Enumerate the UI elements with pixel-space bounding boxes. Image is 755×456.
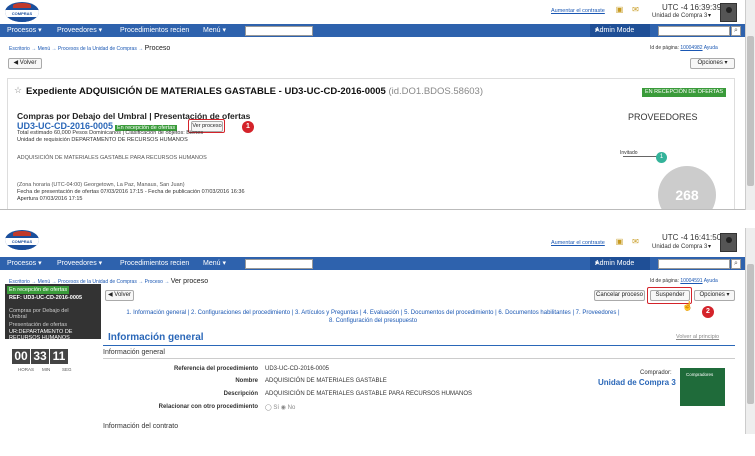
timer-label-hours: HORAS — [18, 367, 35, 372]
buyer-label: Comprador: — [640, 370, 672, 376]
goto-select[interactable]: Ir a ▾ — [245, 26, 313, 37]
field-label: Nombre — [235, 378, 258, 384]
total-estimado: Total estimado 60,000 Pesos Dominicanos … — [17, 130, 204, 136]
connector-line — [623, 156, 658, 157]
nav-procesos[interactable]: Procesos ▾ — [7, 257, 42, 270]
clock-text: UTC -4 16:41:50 — [662, 233, 722, 242]
breadcrumb[interactable]: Escritorio → Menú → Procesos de la Unida… — [9, 45, 170, 52]
buyer-logo: Compradores — [680, 368, 725, 406]
contrast-link[interactable]: Aumentar el contraste — [551, 8, 605, 14]
buyer-value[interactable]: Unidad de Compra 3 — [598, 378, 676, 387]
subsection-title: Información general — [103, 349, 165, 356]
goto-select[interactable]: Ir a ▾ — [245, 259, 313, 270]
callout-marker: 1 — [242, 121, 254, 133]
procedure-summary: En recepción de ofertas REF: UD3-UC-CD-2… — [5, 284, 101, 341]
countdown-timer: 00 33 11 — [12, 349, 69, 364]
unit-selector[interactable]: Unidad de Compra 3 — [652, 13, 707, 19]
field-label: Descripción — [223, 391, 258, 397]
nav-menu[interactable]: Menú ▾ — [203, 24, 226, 37]
bottom-screenshot-panel: COMPRAS DOMINICANA Aumentar el contraste… — [0, 228, 745, 434]
suppliers-title: PROVEEDORES — [628, 112, 698, 122]
expediente-card: ☆ Expediente ADQUISICIÓN DE MATERIALES G… — [7, 78, 735, 209]
back-to-top-link[interactable]: Volver al principio — [676, 334, 719, 340]
summary-type: Compras por Debajo del Umbral — [9, 308, 69, 320]
relate-radio-group[interactable]: ◯ Sí ◉ No — [265, 404, 295, 411]
field-label: Referencia del procedimiento — [173, 366, 258, 372]
divider — [103, 358, 735, 359]
admin-mode-menu[interactable]: Admin Mode ▾ — [590, 24, 650, 37]
chevron-down-icon[interactable]: ▾ — [705, 12, 714, 21]
options-button[interactable]: Opciones ▾ — [694, 290, 735, 301]
desc-value: ADQUISICIÓN DE MATERIALES GASTABLE PARA … — [265, 391, 473, 397]
nav-procesos[interactable]: Procesos ▾ — [7, 24, 42, 37]
search-input[interactable]: Buscar... — [658, 26, 730, 37]
compras-logo[interactable]: COMPRAS DOMINICANA — [5, 230, 39, 250]
cursor-icon: ☝ — [682, 301, 694, 311]
description: ADQUISICIÓN DE MATERIALES GASTABLE PARA … — [17, 155, 207, 161]
nav-procedimientos[interactable]: Procedimientos recien — [120, 257, 189, 270]
notification-icon[interactable]: ▣ — [615, 237, 624, 246]
chevron-down-icon[interactable]: ▾ — [705, 243, 714, 252]
contrast-link[interactable]: Aumentar el contraste — [551, 240, 605, 246]
apertura: Apertura 07/03/2016 17:15 — [17, 196, 83, 202]
timer-label-min: MIN — [42, 367, 51, 372]
timezone: (Zona horaria (UTC-04:00) Georgetown, La… — [17, 182, 185, 188]
invited-count[interactable]: 1 — [656, 152, 667, 163]
main-nav: Procesos ▾ Proveedores ▾ Procedimientos … — [0, 257, 745, 270]
field-label: Relacionar con otro procedimiento — [158, 404, 258, 410]
main-nav: Procesos ▾ Proveedores ▾ Procedimientos … — [0, 24, 745, 37]
timer-label-sec: SEG — [62, 367, 72, 372]
back-button[interactable]: ◀ Volver — [8, 58, 42, 69]
avatar[interactable] — [720, 233, 737, 252]
subsection-title: Información del contrato — [103, 423, 179, 430]
unidad-requisicion: Unidad de requisición DEPARTAMENTO DE RE… — [17, 137, 188, 143]
section-nav[interactable]: 1. Información general | 2. Configuracio… — [108, 309, 638, 325]
compras-logo[interactable]: COMPRAS DOMINICANA — [5, 2, 39, 22]
message-icon[interactable]: ✉ — [631, 5, 640, 14]
summary-phase: Presentación de ofertas — [9, 322, 68, 328]
nav-procedimientos[interactable]: Procedimientos recien — [120, 24, 189, 37]
notification-icon[interactable]: ▣ — [615, 5, 624, 14]
nav-proveedores[interactable]: Proveedores ▾ — [57, 257, 102, 270]
nav-menu[interactable]: Menú ▾ — [203, 257, 226, 270]
message-icon[interactable]: ✉ — [631, 237, 640, 246]
page-id: Id de página: 10004982 Ayuda — [650, 45, 718, 51]
top-screenshot-panel: COMPRAS DOMINICANA Aumentar el contraste… — [0, 0, 745, 210]
status-badge: En recepción de ofertas — [7, 286, 70, 294]
status-badge: EN RECEPCIÓN DE OFERTAS — [642, 88, 727, 97]
name-value: ADQUISICIÓN DE MATERIALES GASTABLE — [265, 378, 387, 384]
ref-value: UD3-UC-CD-2016-0005 — [265, 366, 330, 372]
divider — [103, 345, 735, 346]
cancel-process-button[interactable]: Cancelar proceso — [594, 290, 645, 301]
header: COMPRAS DOMINICANA Aumentar el contraste… — [0, 0, 745, 24]
nav-proveedores[interactable]: Proveedores ▾ — [57, 24, 102, 37]
callout-marker: 2 — [702, 306, 714, 318]
unit-selector[interactable]: Unidad de Compra 3 — [652, 244, 707, 250]
summary-ur: UR:DEPARTAMENTO DE RECURSOS HUMANOS — [9, 329, 73, 341]
search-icon[interactable]: ⌕ — [731, 259, 741, 269]
section-title: Información general — [108, 332, 204, 343]
separator — [0, 210, 755, 228]
suppliers-count[interactable]: 268 — [658, 166, 716, 209]
expediente-title: Expediente ADQUISICIÓN DE MATERIALES GAS… — [26, 86, 483, 97]
page-id: Id de página: 10004591 Ayuda — [650, 278, 718, 284]
header: COMPRAS DOMINICANA Aumentar el contraste… — [0, 228, 745, 252]
options-button[interactable]: Opciones ▾ — [690, 58, 735, 69]
avatar[interactable] — [720, 3, 737, 22]
summary-ref: REF: UD3-UC-CD-2016-0005 — [9, 295, 83, 301]
clock-text: UTC -4 16:39:39 — [662, 3, 722, 12]
back-button[interactable]: ◀ Volver — [105, 290, 134, 301]
search-icon[interactable]: ⌕ — [731, 26, 741, 36]
search-input[interactable]: Buscar... — [658, 259, 730, 270]
admin-mode-menu[interactable]: Admin Mode ▾ — [590, 257, 650, 270]
scrollbar[interactable] — [745, 228, 755, 434]
star-icon[interactable]: ☆ — [14, 85, 22, 96]
dates: Fecha de presentación de ofertas 07/03/2… — [17, 189, 245, 195]
scrollbar[interactable] — [745, 0, 755, 210]
